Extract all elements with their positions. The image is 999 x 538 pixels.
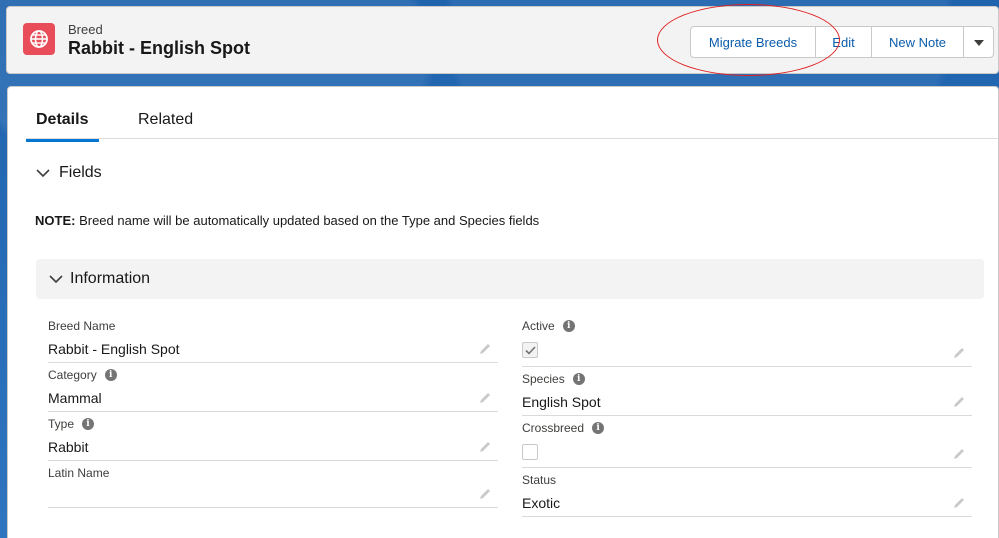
caret-down-icon xyxy=(973,35,985,50)
edit-pencil-icon[interactable] xyxy=(952,496,966,510)
field-label: Status xyxy=(522,473,557,487)
field-label: Latin Name xyxy=(48,466,110,480)
field-label: Category xyxy=(48,368,97,382)
edit-pencil-icon[interactable] xyxy=(478,391,492,405)
field-label: Crossbreed xyxy=(522,421,585,435)
field-breed-name: Breed Name Rabbit - English Spot xyxy=(48,319,498,363)
note-prefix: NOTE: xyxy=(35,213,76,228)
field-value: Exotic xyxy=(522,495,561,511)
edit-pencil-icon[interactable] xyxy=(478,440,492,454)
edit-button[interactable]: Edit xyxy=(815,26,872,58)
action-button-group: Migrate Breeds Edit New Note xyxy=(690,26,994,58)
field-label: Active xyxy=(522,319,555,333)
more-actions-button[interactable] xyxy=(963,26,994,58)
field-active: Active i xyxy=(522,319,972,367)
fields-section-title: Fields xyxy=(59,164,102,181)
note-text: Breed name will be automatically updated… xyxy=(75,213,540,228)
info-icon[interactable]: i xyxy=(104,369,117,381)
migrate-breeds-button[interactable]: Migrate Breeds xyxy=(690,26,816,58)
field-category: Category i Mammal xyxy=(48,368,498,412)
field-value: Rabbit xyxy=(48,439,89,455)
fields-section-toggle[interactable]: Fields xyxy=(35,164,102,182)
record-title: Rabbit - English Spot xyxy=(68,38,250,58)
field-type: Type i Rabbit xyxy=(48,417,498,461)
info-icon[interactable]: i xyxy=(572,373,585,385)
field-status: Status Exotic xyxy=(522,473,972,517)
info-icon[interactable]: i xyxy=(562,320,575,332)
edit-pencil-icon[interactable] xyxy=(952,395,966,409)
field-value: English Spot xyxy=(522,394,601,410)
field-latin-name: Latin Name xyxy=(48,466,498,508)
information-section-title: Information xyxy=(70,270,151,287)
active-checkbox xyxy=(522,342,538,358)
tab-related[interactable]: Related xyxy=(138,111,193,139)
tab-details[interactable]: Details xyxy=(25,111,101,142)
info-icon[interactable]: i xyxy=(82,418,95,430)
edit-pencil-icon[interactable] xyxy=(478,487,492,501)
entity-type-label: Breed xyxy=(68,22,103,37)
crossbreed-checkbox xyxy=(522,444,538,460)
globe-icon xyxy=(23,23,55,55)
field-value: Mammal xyxy=(48,390,102,406)
breed-note: NOTE: Breed name will be automatically u… xyxy=(35,213,539,228)
record-header: Breed Rabbit - English Spot Migrate Bree… xyxy=(6,6,999,74)
chevron-down-icon xyxy=(48,271,64,287)
field-species: Species i English Spot xyxy=(522,372,972,416)
edit-pencil-icon[interactable] xyxy=(952,346,966,360)
tab-bar: Details Related xyxy=(25,87,998,142)
edit-pencil-icon[interactable] xyxy=(952,447,966,461)
new-note-button[interactable]: New Note xyxy=(871,26,964,58)
info-icon[interactable]: i xyxy=(592,422,605,434)
field-label: Type xyxy=(48,417,75,431)
edit-pencil-icon[interactable] xyxy=(478,342,492,356)
field-value: Rabbit - English Spot xyxy=(48,341,180,357)
chevron-down-icon xyxy=(35,165,51,181)
record-detail-card: Details Related Fields NOTE: Breed name … xyxy=(7,86,999,538)
field-label: Species xyxy=(522,372,565,386)
field-label: Breed Name xyxy=(48,319,116,333)
field-crossbreed: Crossbreed i xyxy=(522,421,972,468)
information-section-toggle[interactable]: Information xyxy=(36,259,984,299)
